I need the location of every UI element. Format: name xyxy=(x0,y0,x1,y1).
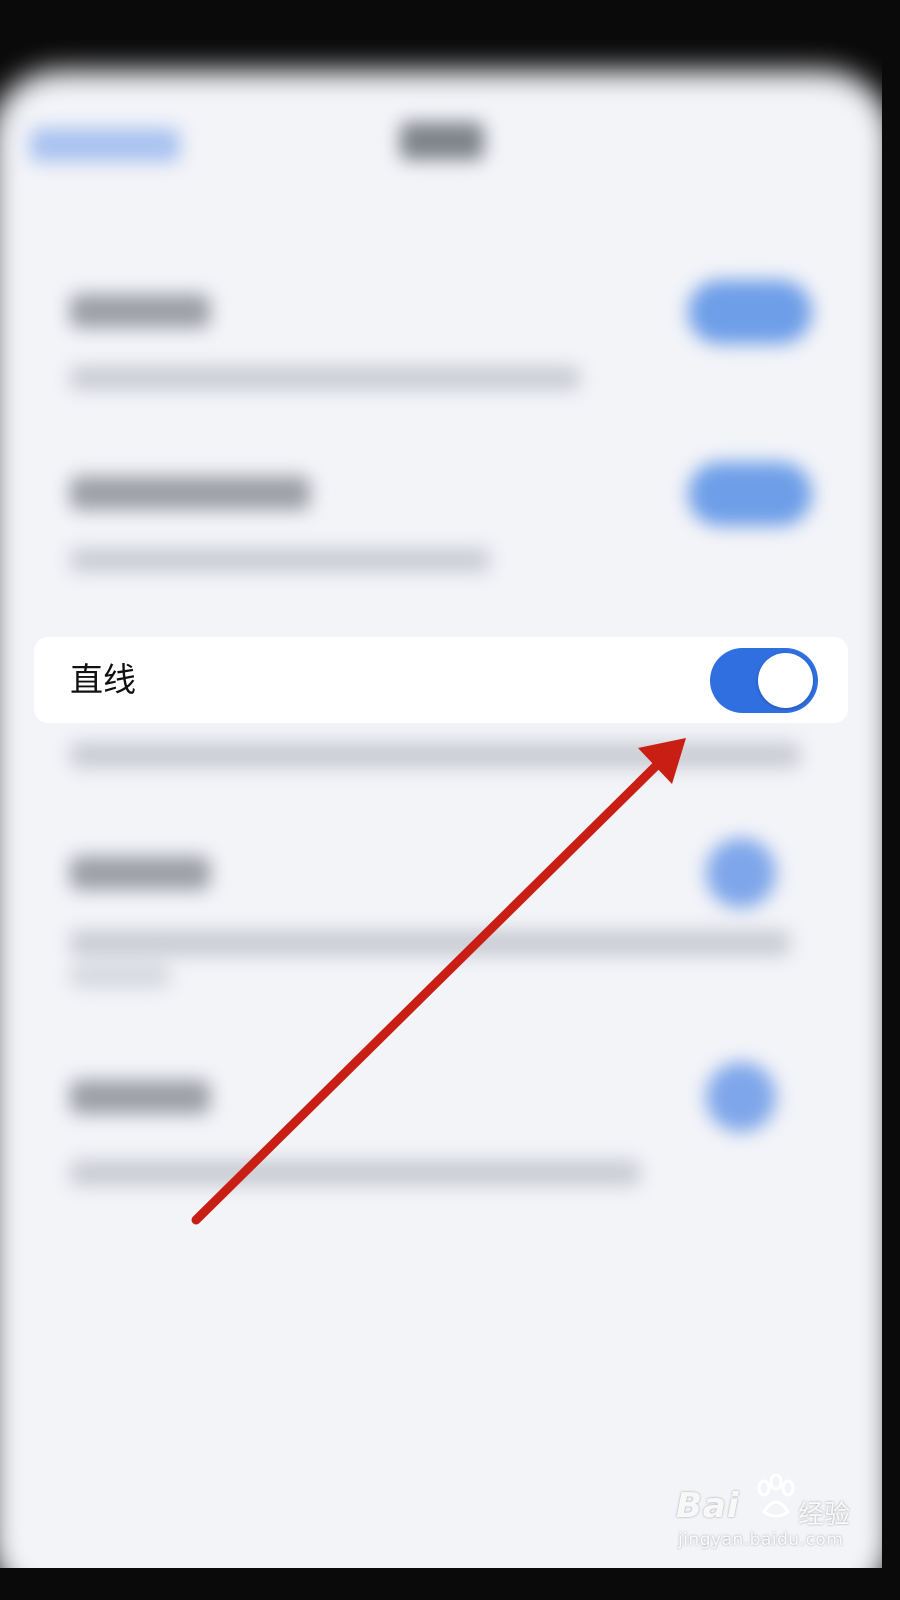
blurred-row-desc xyxy=(70,930,790,956)
watermark-suffix: 经验 xyxy=(798,1500,851,1530)
baidu-jingyan-watermark: Bai 经验 jingyan.baidu.com xyxy=(676,1474,866,1556)
blurred-toggle xyxy=(688,462,812,526)
screen: 直线 Bai 经验 jingyan.baidu.com xyxy=(0,0,882,1568)
watermark-url: jingyan.baidu.com xyxy=(678,1530,844,1550)
blurred-row-desc xyxy=(70,742,800,768)
toggle-knob xyxy=(758,653,813,708)
straight-line-toggle[interactable] xyxy=(710,648,818,713)
setting-label: 直线 xyxy=(70,660,136,699)
blurred-row-desc xyxy=(70,1160,640,1186)
blurred-row-desc xyxy=(70,964,170,988)
blurred-background-content xyxy=(0,0,882,1568)
blurred-row-title xyxy=(70,1080,210,1114)
blurred-radio xyxy=(706,838,776,908)
blurred-row-title xyxy=(70,294,210,328)
blurred-row-desc xyxy=(70,548,490,572)
straight-line-setting-row: 直线 xyxy=(34,637,848,723)
watermark-brand: Bai xyxy=(676,1486,740,1526)
blurred-page-title xyxy=(400,122,484,160)
blurred-row-title xyxy=(70,856,210,890)
blurred-row-desc xyxy=(70,366,580,390)
blurred-back-button xyxy=(30,128,180,162)
blurred-toggle xyxy=(688,280,812,344)
paw-logo-icon xyxy=(757,1474,795,1518)
blurred-row-title xyxy=(70,476,310,510)
blurred-radio xyxy=(706,1062,776,1132)
